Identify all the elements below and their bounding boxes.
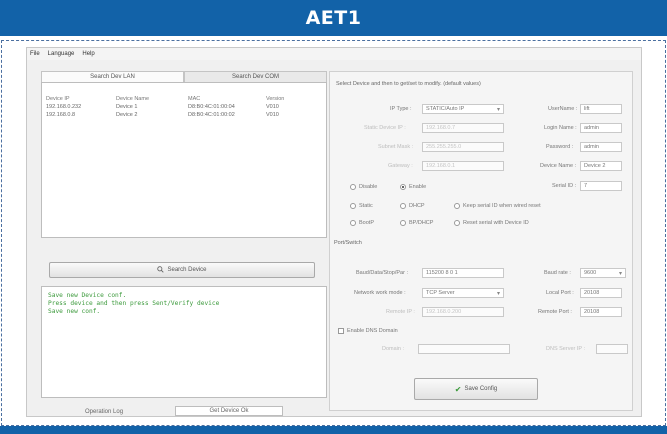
serial-field[interactable]: 7 [580, 181, 622, 191]
col-mac[interactable]: MAC [188, 96, 266, 102]
remote-port-field[interactable]: 20108 [580, 307, 622, 317]
cell-version: V010 [266, 112, 279, 118]
search-device-label: Search Device [167, 267, 207, 273]
cell-name: Device 2 [116, 112, 138, 118]
radio-disable[interactable] [350, 184, 356, 190]
device-table: Device IP Device Name MAC Version 192.16… [41, 82, 327, 238]
username-label: UserName : [548, 106, 578, 112]
cell-ip: 192.168.0.8 [46, 112, 76, 118]
radio-bootp-dhcp-label: BP/DHCP [409, 220, 434, 226]
radio-dhcp-label: DHCP [409, 203, 425, 209]
radio-bootp-label: BootP [359, 220, 374, 226]
ip-type-label: IP Type : [390, 106, 412, 112]
radio-dhcp[interactable] [400, 203, 406, 209]
table-header: Device IP Device Name MAC Version [42, 95, 326, 103]
status-field: Get Device Ok [175, 406, 283, 416]
dns-server-field[interactable] [596, 344, 628, 354]
search-icon [157, 265, 165, 275]
static-ip-field[interactable]: 192.168.0.7 [422, 123, 504, 133]
bottom-bar [0, 426, 667, 434]
radio-bootp[interactable] [350, 220, 356, 226]
baud-rate-select[interactable]: 9600 [580, 268, 626, 278]
cell-name: Device 1 [116, 104, 138, 110]
log-line: Save new conf. [48, 308, 101, 315]
cell-mac: D8:B0:4C:01:00:04 [188, 104, 235, 110]
menu-language[interactable]: Language [48, 51, 75, 57]
domain-label: Domain : [382, 346, 405, 352]
tab-search-lan[interactable]: Search Dev LAN [41, 71, 184, 82]
banner-title: AET1 [305, 7, 362, 29]
enable-dns-checkbox[interactable] [338, 328, 344, 334]
radio-static[interactable] [350, 203, 356, 209]
port-group-label: Port/Switch [334, 240, 362, 246]
save-config-button[interactable]: ✔ Save Config [414, 378, 538, 400]
devicename-field[interactable]: Device 2 [580, 161, 622, 171]
tab-search-com[interactable]: Search Dev COM [184, 71, 327, 82]
operation-log-label: Operation Log [85, 409, 124, 415]
baud-field[interactable]: 115200 8 0 1 [422, 268, 504, 278]
operation-log: Save new Device conf. Press device and t… [41, 286, 327, 398]
save-config-label: Save Config [464, 386, 498, 392]
search-device-button[interactable]: Search Device [49, 262, 315, 278]
subnet-label: Subnet Mask : [378, 144, 414, 150]
remote-ip-label: Remote IP : [386, 309, 415, 315]
serial-label: Serial ID : [552, 183, 577, 189]
app-window: File Language Help Search Dev LAN Search… [26, 47, 642, 417]
search-tabs: Search Dev LAN Search Dev COM [41, 71, 327, 82]
remote-ip-field[interactable]: 192.168.0.200 [422, 307, 504, 317]
subnet-field[interactable]: 255.255.255.0 [422, 142, 504, 152]
loginname-label: Login Name : [544, 125, 577, 131]
cell-mac: D8:B0:4C:01:00:02 [188, 112, 235, 118]
config-hint: Select Device and then to get/set to mod… [336, 81, 481, 87]
cell-version: V010 [266, 104, 279, 110]
radio-disable-label: Disable [359, 184, 378, 190]
local-port-field[interactable]: 20108 [580, 288, 622, 298]
check-icon: ✔ [454, 384, 462, 394]
baud-rate-label: Baud rate : [544, 270, 571, 276]
password-label: Password : [546, 144, 574, 150]
remote-port-label: Remote Port : [538, 309, 572, 315]
local-port-label: Local Port : [546, 290, 574, 296]
gateway-field[interactable]: 192.168.0.1 [422, 161, 504, 171]
username-field[interactable]: lift [580, 104, 622, 114]
page-banner: AET1 [0, 0, 667, 36]
log-line: Save new Device conf. [48, 292, 127, 299]
radio-keep-serial[interactable] [454, 203, 460, 209]
static-ip-label: Static Device IP : [364, 125, 406, 131]
table-row[interactable]: 192.168.0.232 Device 1 D8:B0:4C:01:00:04… [42, 103, 326, 111]
menu-help[interactable]: Help [82, 51, 94, 57]
ip-type-select[interactable]: STATIC/Auto IP [422, 104, 504, 114]
work-mode-select[interactable]: TCP Server [422, 288, 504, 298]
radio-enable[interactable] [400, 184, 406, 190]
table-row[interactable]: 192.168.0.8 Device 2 D8:B0:4C:01:00:02 V… [42, 111, 326, 119]
log-line: Press device and then press Sent/Verify … [48, 300, 220, 307]
enable-dns-label: Enable DNS Domain [347, 328, 398, 334]
col-version[interactable]: Version [266, 96, 306, 102]
gateway-label: Gateway : [388, 163, 413, 169]
radio-keep-serial-label: Keep serial ID when wired reset [463, 203, 541, 209]
baud-label: Baud/Data/Stop/Par : [356, 270, 408, 276]
work-mode-label: Network work mode : [354, 290, 406, 296]
loginname-field[interactable]: admin [580, 123, 622, 133]
radio-reset-serial[interactable] [454, 220, 460, 226]
config-panel: Select Device and then to get/set to mod… [329, 71, 633, 411]
radio-static-label: Static [359, 203, 373, 209]
dns-server-label: DNS Server IP : [546, 346, 586, 352]
domain-field[interactable] [418, 344, 510, 354]
devicename-label: Device Name : [540, 163, 577, 169]
radio-reset-serial-label: Reset serial with Device ID [463, 220, 529, 226]
password-field[interactable]: admin [580, 142, 622, 152]
menu-bar: File Language Help [27, 48, 641, 60]
radio-enable-label: Enable [409, 184, 427, 190]
col-device-name[interactable]: Device Name [116, 96, 188, 102]
cell-ip: 192.168.0.232 [46, 104, 82, 110]
menu-file[interactable]: File [30, 51, 40, 57]
radio-bootp-dhcp[interactable] [400, 220, 406, 226]
col-device-ip[interactable]: Device IP [46, 96, 116, 102]
